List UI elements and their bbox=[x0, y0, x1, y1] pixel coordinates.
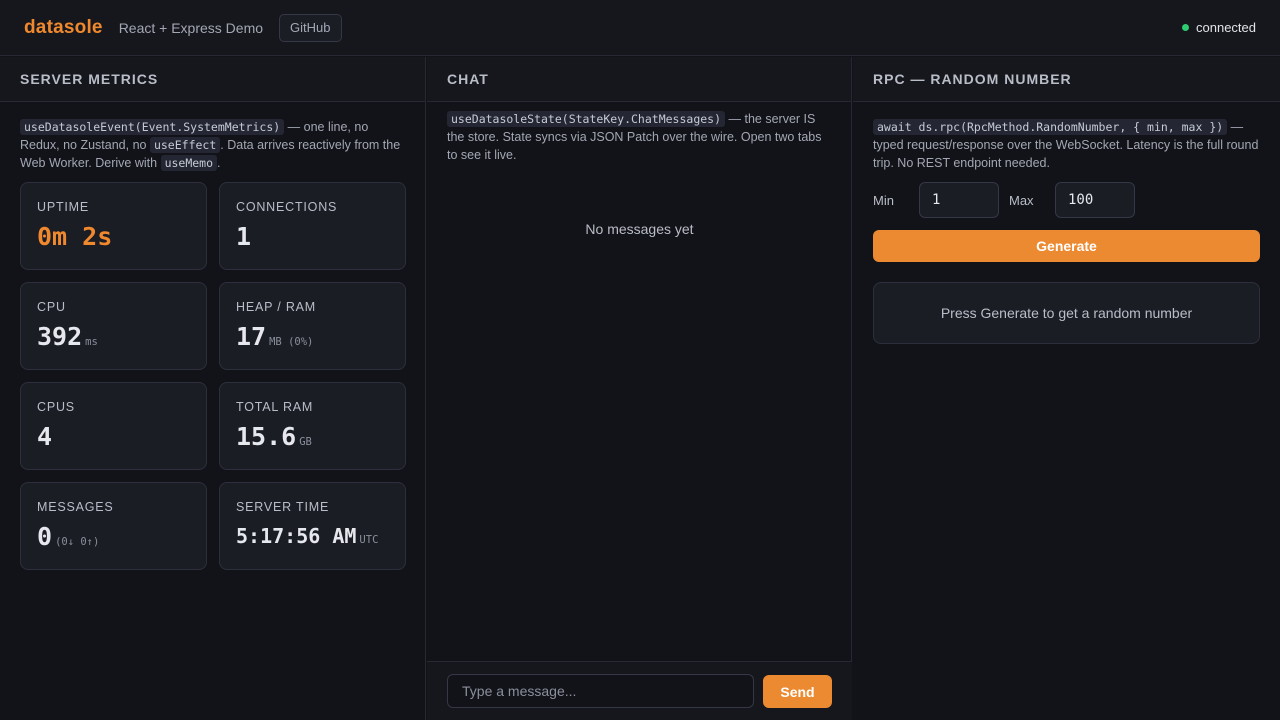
brand-logo[interactable]: datasole bbox=[24, 17, 103, 39]
metric-label: SERVER TIME bbox=[236, 500, 330, 514]
max-input[interactable] bbox=[1055, 182, 1135, 218]
message-input[interactable] bbox=[447, 674, 754, 708]
rpc-title: RPC — RANDOM NUMBER bbox=[853, 57, 1280, 102]
metric-value: 4 bbox=[37, 422, 53, 451]
connection-status: connected bbox=[1182, 20, 1256, 35]
app-subtitle: React + Express Demo bbox=[118, 19, 264, 36]
code-snippet: await ds.rpc(RpcMethod.RandomNumber, { m… bbox=[873, 119, 1228, 135]
metric-unit: (0↓ 0↑) bbox=[55, 536, 100, 548]
metric-card-connections: CONNECTIONS 1 bbox=[219, 182, 406, 270]
chat-empty-state: No messages yet bbox=[585, 221, 694, 237]
min-input[interactable] bbox=[919, 182, 999, 218]
code-snippet: useDatasoleState(StateKey.ChatMessages) bbox=[447, 111, 726, 127]
rpc-range-controls: Min Max bbox=[873, 182, 1135, 218]
metric-card-uptime: UPTIME 0m 2s bbox=[20, 182, 207, 270]
metrics-title: SERVER METRICS bbox=[0, 57, 425, 102]
rpc-result-text: Press Generate to get a random number bbox=[940, 305, 1193, 321]
min-label: Min bbox=[873, 192, 894, 208]
status-text: connected bbox=[1196, 20, 1256, 35]
send-button[interactable]: Send bbox=[763, 675, 832, 708]
metric-value: 0 (0↓ 0↑) bbox=[37, 522, 100, 551]
metric-label: MESSAGES bbox=[37, 500, 114, 514]
metric-label: CONNECTIONS bbox=[236, 200, 338, 214]
rpc-result-box: Press Generate to get a random number bbox=[873, 282, 1260, 344]
metric-card-messages: MESSAGES 0 (0↓ 0↑) bbox=[20, 482, 207, 570]
metric-card-server-time: SERVER TIME 5:17:56 AM UTC bbox=[219, 482, 406, 570]
metric-label: TOTAL RAM bbox=[236, 400, 314, 414]
metric-value: 15.6 GB bbox=[236, 422, 312, 451]
code-snippet: useDatasoleEvent(Event.SystemMetrics) bbox=[20, 119, 285, 135]
metric-card-heap-ram: HEAP / RAM 17 MB (0%) bbox=[219, 282, 406, 370]
metrics-panel: SERVER METRICS useDatasoleEvent(Event.Sy… bbox=[0, 57, 426, 720]
status-dot-icon bbox=[1182, 24, 1189, 31]
metric-unit: ms bbox=[85, 336, 98, 348]
metric-label: UPTIME bbox=[37, 200, 90, 214]
top-bar: datasole React + Express Demo GitHub con… bbox=[0, 0, 1280, 56]
metric-value: 392 ms bbox=[37, 322, 98, 351]
metric-label: HEAP / RAM bbox=[236, 300, 317, 314]
metric-unit: MB (0%) bbox=[269, 336, 314, 348]
metric-value: 17 MB (0%) bbox=[236, 322, 314, 351]
metric-value: 5:17:56 AM UTC bbox=[236, 524, 379, 548]
metric-card-cpu: CPU 392 ms bbox=[20, 282, 207, 370]
rpc-description: await ds.rpc(RpcMethod.RandomNumber, { m… bbox=[873, 118, 1260, 172]
metric-card-cpus: CPUS 4 bbox=[20, 382, 207, 470]
metric-label: CPU bbox=[37, 300, 66, 314]
chat-title: CHAT bbox=[427, 57, 851, 102]
code-snippet: useEffect bbox=[149, 137, 221, 153]
metrics-grid: UPTIME 0m 2s CONNECTIONS 1 CPU 392 ms HEA… bbox=[20, 182, 406, 570]
metric-value: 1 bbox=[236, 222, 252, 251]
rpc-panel: RPC — RANDOM NUMBER await ds.rpc(RpcMeth… bbox=[853, 57, 1280, 720]
chat-panel: CHAT useDatasoleState(StateKey.ChatMessa… bbox=[427, 57, 852, 720]
desc-text: . bbox=[217, 156, 221, 170]
generate-button[interactable]: Generate bbox=[873, 230, 1260, 262]
github-link[interactable]: GitHub bbox=[279, 13, 342, 42]
metric-label: CPUS bbox=[37, 400, 75, 414]
metric-unit: GB bbox=[299, 436, 312, 448]
code-snippet: useMemo bbox=[160, 155, 218, 171]
max-label: Max bbox=[1009, 192, 1034, 208]
metric-unit: UTC bbox=[359, 534, 379, 546]
metric-card-total-ram: TOTAL RAM 15.6 GB bbox=[219, 382, 406, 470]
metric-value: 0m 2s bbox=[37, 222, 113, 251]
chat-description: useDatasoleState(StateKey.ChatMessages) … bbox=[447, 110, 832, 164]
chat-composer: Send bbox=[427, 661, 852, 720]
metrics-description: useDatasoleEvent(Event.SystemMetrics) — … bbox=[20, 118, 406, 172]
